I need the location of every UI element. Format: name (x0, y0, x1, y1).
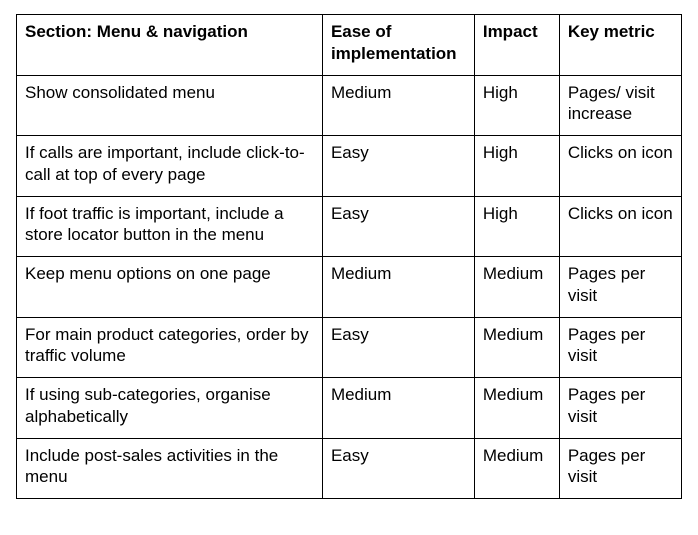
cell-metric: Pages/ visit increase (559, 75, 681, 136)
cell-impact: Medium (474, 317, 559, 378)
cell-section: If calls are important, include click-to… (17, 136, 323, 197)
cell-section: Include post-sales activities in the men… (17, 438, 323, 499)
cell-metric: Pages per visit (559, 257, 681, 318)
menu-nav-table: Section: Menu & navigation Ease of imple… (16, 14, 682, 499)
cell-ease: Easy (322, 136, 474, 197)
cell-metric: Pages per visit (559, 317, 681, 378)
table-row: Include post-sales activities in the men… (17, 438, 682, 499)
cell-metric: Clicks on icon (559, 136, 681, 197)
cell-ease: Easy (322, 438, 474, 499)
cell-impact: High (474, 75, 559, 136)
table-row: If foot traffic is important, include a … (17, 196, 682, 257)
table-header-row: Section: Menu & navigation Ease of imple… (17, 15, 682, 76)
cell-impact: Medium (474, 378, 559, 439)
cell-section: If foot traffic is important, include a … (17, 196, 323, 257)
cell-impact: High (474, 136, 559, 197)
table-row: If calls are important, include click-to… (17, 136, 682, 197)
header-section: Section: Menu & navigation (17, 15, 323, 76)
cell-metric: Pages per visit (559, 438, 681, 499)
cell-ease: Medium (322, 75, 474, 136)
cell-impact: Medium (474, 438, 559, 499)
header-metric: Key metric (559, 15, 681, 76)
cell-ease: Medium (322, 378, 474, 439)
table-row: Show consolidated menuMediumHighPages/ v… (17, 75, 682, 136)
header-ease: Ease of implementation (322, 15, 474, 76)
table-row: For main product categories, order by tr… (17, 317, 682, 378)
cell-section: Keep menu options on one page (17, 257, 323, 318)
cell-section: Show consolidated menu (17, 75, 323, 136)
cell-section: If using sub-categories, organise alphab… (17, 378, 323, 439)
table-row: Keep menu options on one pageMediumMediu… (17, 257, 682, 318)
cell-impact: Medium (474, 257, 559, 318)
header-impact: Impact (474, 15, 559, 76)
cell-metric: Clicks on icon (559, 196, 681, 257)
cell-ease: Easy (322, 196, 474, 257)
cell-metric: Pages per visit (559, 378, 681, 439)
cell-impact: High (474, 196, 559, 257)
cell-section: For main product categories, order by tr… (17, 317, 323, 378)
table-body: Show consolidated menuMediumHighPages/ v… (17, 75, 682, 499)
cell-ease: Medium (322, 257, 474, 318)
cell-ease: Easy (322, 317, 474, 378)
table-row: If using sub-categories, organise alphab… (17, 378, 682, 439)
